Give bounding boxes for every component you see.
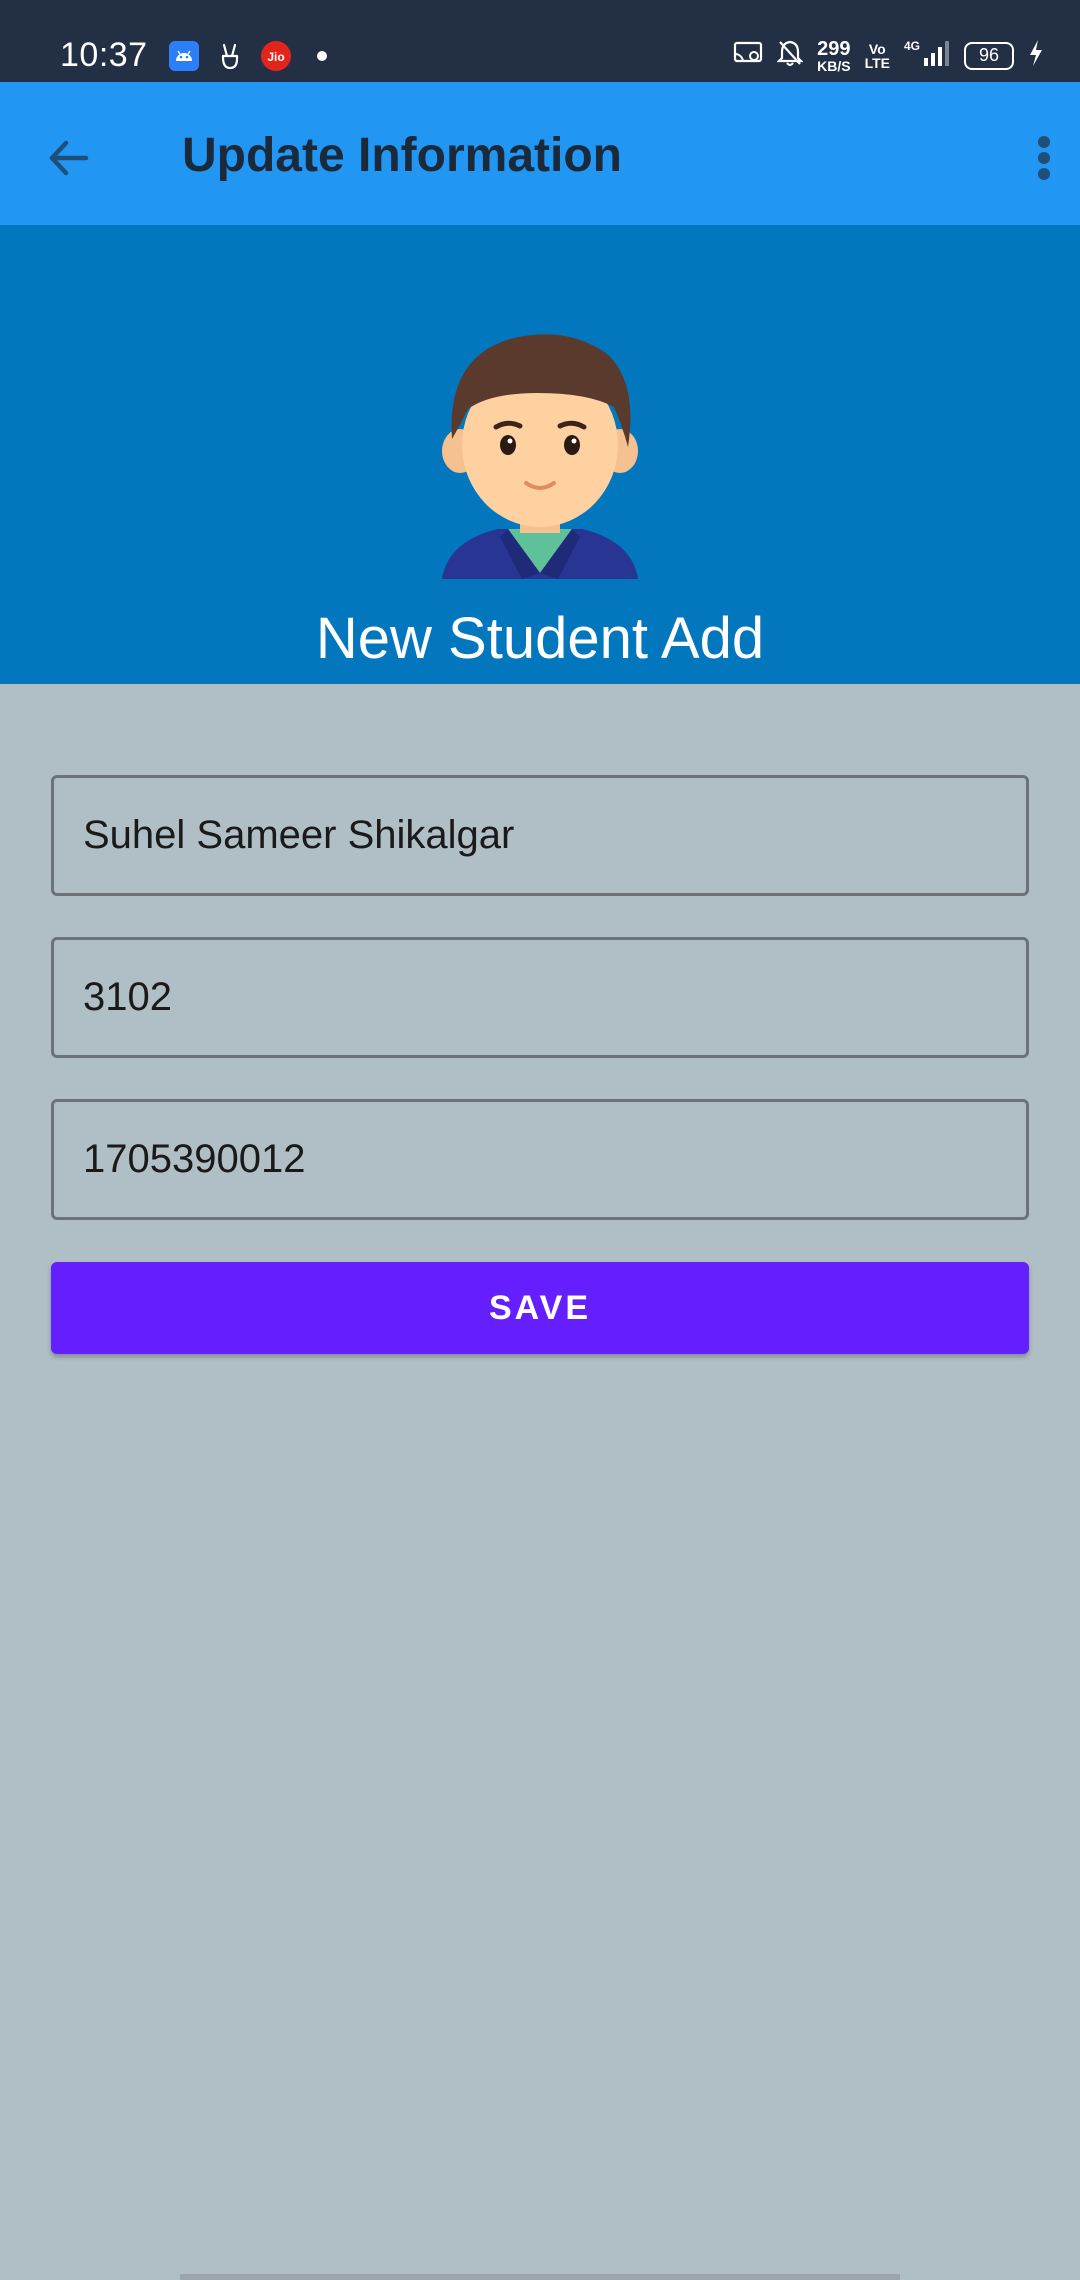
roll-number-field[interactable] <box>51 937 1029 1058</box>
notification-icons: Jio <box>168 40 338 72</box>
status-bar: 10:37 Jio 299 KB/S Vo LTE 4G 96 <box>0 0 1080 82</box>
app-bar: Update Information <box>0 82 1080 225</box>
save-button[interactable]: SAVE <box>51 1262 1029 1354</box>
page-title: Update Information <box>182 129 622 182</box>
banner-title: New Student Add <box>315 606 765 671</box>
student-avatar-icon <box>442 334 638 579</box>
jio-label: Jio <box>267 50 284 64</box>
bell-off-icon <box>776 39 804 72</box>
status-right-icons: 299 KB/S Vo LTE 4G 96 <box>733 38 1044 73</box>
header-banner: New Student Add <box>0 225 1080 684</box>
phone-number-field[interactable] <box>51 1099 1029 1220</box>
battery-level: 96 <box>978 45 1000 65</box>
battery-icon: 96 <box>964 41 1014 70</box>
charging-icon <box>1028 39 1044 72</box>
overflow-menu-button[interactable] <box>1016 122 1072 194</box>
status-time: 10:37 <box>60 36 148 74</box>
arrow-back-icon <box>49 140 89 176</box>
net-speed: 299 KB/S <box>817 39 850 73</box>
back-button[interactable] <box>36 126 100 190</box>
network-type: 4G <box>904 39 920 53</box>
peace-hand-icon <box>214 40 246 72</box>
dot-icon <box>306 40 338 72</box>
net-speed-value: 299 <box>817 37 851 60</box>
net-speed-unit: KB/S <box>817 57 851 74</box>
volte-bottom: LTE <box>864 54 890 71</box>
jio-icon: Jio <box>260 40 292 72</box>
cast-icon <box>733 40 763 71</box>
student-name-field[interactable] <box>51 775 1029 896</box>
more-vert-icon <box>1038 136 1050 180</box>
navigation-handle[interactable] <box>180 2274 900 2280</box>
volte-indicator: Vo LTE <box>865 42 890 70</box>
volte-top: Vo <box>868 40 886 57</box>
android-icon <box>168 40 200 72</box>
signal-icon: 4G <box>904 38 950 73</box>
